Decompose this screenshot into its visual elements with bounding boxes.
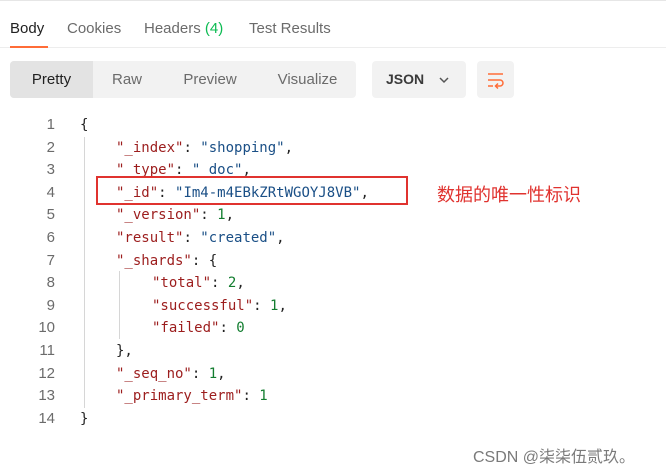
- code-line: 11},: [0, 340, 666, 362]
- code-line: 9 "successful": 1,: [0, 295, 666, 317]
- line-number: 9: [46, 296, 55, 314]
- annotation-label: 数据的唯一性标识: [437, 185, 581, 205]
- line-number: 10: [38, 319, 55, 337]
- view-visualize-button[interactable]: Visualize: [259, 61, 356, 98]
- code-token: :: [200, 207, 218, 224]
- code-token: 1: [259, 388, 268, 405]
- code-token: :: [242, 388, 260, 405]
- line-number: 13: [38, 387, 55, 405]
- line-number: 12: [38, 364, 55, 382]
- code-token: :: [219, 320, 237, 337]
- tab-test-results[interactable]: Test Results: [249, 20, 331, 37]
- tab-body[interactable]: Body: [10, 20, 44, 37]
- code-token: "created": [200, 230, 277, 246]
- format-dropdown-label: JSON: [386, 71, 425, 87]
- code-token: "_index": [116, 139, 184, 156]
- code-token: "result": [116, 230, 184, 246]
- code-token: ,: [217, 365, 226, 382]
- code-token: 1: [208, 365, 218, 382]
- code-token: ,: [236, 275, 245, 292]
- code-line: 7 "_shards": {: [0, 250, 666, 272]
- code-token: :: [191, 365, 209, 382]
- code-token: "failed": [152, 320, 220, 337]
- tab-headers[interactable]: Headers (4): [144, 20, 223, 37]
- line-number: 4: [46, 183, 55, 201]
- line-number: 11: [39, 342, 55, 359]
- code-token: ,: [284, 139, 294, 156]
- view-raw-button[interactable]: Raw: [93, 61, 161, 98]
- code-token: "_version": [116, 207, 201, 224]
- code-text: {: [80, 114, 88, 136]
- watermark: CSDN @柒柒伍贰玖。: [473, 449, 636, 466]
- view-preview-button[interactable]: Preview: [161, 61, 259, 98]
- code-token: :: [211, 275, 228, 292]
- code-line: 5 "_version": 1,: [0, 204, 666, 226]
- window-top-border: [0, 0, 666, 6]
- code-line: 6 "result": "created",: [0, 227, 666, 249]
- code-line: 13 "_primary_term": 1: [0, 385, 666, 407]
- code-text: }: [80, 408, 88, 430]
- code-text: "failed": 0: [152, 317, 245, 339]
- code-token: {: [80, 117, 89, 133]
- code-token: ,: [278, 297, 287, 314]
- code-text: "successful": 1,: [152, 295, 287, 317]
- code-token: "_primary_term": [116, 388, 243, 405]
- code-token: : {: [191, 252, 218, 269]
- code-text: "_index": "shopping",: [116, 137, 293, 159]
- code-token: "shopping": [200, 139, 285, 156]
- code-text: "_version": 1,: [116, 204, 234, 226]
- line-number: 7: [46, 251, 55, 269]
- chevron-down-icon: [439, 77, 449, 84]
- code-token: ,: [276, 230, 285, 246]
- response-tabs: Body Cookies Headers (4) Test Results: [0, 14, 666, 48]
- line-number: 5: [46, 206, 55, 224]
- code-text: "total": 2,: [152, 272, 245, 294]
- code-token: 0: [236, 320, 245, 337]
- code-line: 8 "total": 2,: [0, 272, 666, 294]
- code-line: 2 "_index": "shopping",: [0, 137, 666, 159]
- code-text: "_shards": {: [116, 250, 217, 272]
- active-tab-indicator: [10, 46, 48, 48]
- code-token: ,: [225, 207, 235, 224]
- view-pretty-button[interactable]: Pretty: [10, 61, 93, 98]
- code-text: "result": "created",: [116, 227, 285, 249]
- code-text: "_primary_term": 1: [116, 385, 268, 407]
- code-token: }: [80, 410, 89, 427]
- code-line: 12 "_seq_no": 1,: [0, 363, 666, 385]
- line-number: 3: [46, 161, 55, 179]
- id-highlight-box: [96, 176, 408, 205]
- code-token: },: [116, 343, 133, 359]
- code-token: "total": [152, 275, 212, 292]
- code-token: "_seq_no": [116, 365, 192, 382]
- code-token: :: [183, 139, 201, 156]
- format-dropdown[interactable]: JSON: [372, 61, 466, 98]
- code-line: 14}: [0, 408, 666, 430]
- wrap-lines-button[interactable]: [477, 61, 514, 98]
- code-token: "_shards": [116, 252, 192, 269]
- line-number: 14: [38, 409, 55, 427]
- code-token: "successful": [152, 297, 254, 314]
- tab-headers-label: Headers: [144, 20, 201, 37]
- view-mode-selector: Pretty Raw Preview Visualize: [10, 61, 356, 98]
- code-text: "_seq_no": 1,: [116, 363, 226, 385]
- code-token: :: [183, 230, 201, 246]
- code-token: :: [253, 297, 271, 314]
- line-number: 2: [46, 138, 55, 156]
- tab-cookies[interactable]: Cookies: [67, 20, 121, 37]
- code-token: 1: [217, 207, 226, 224]
- code-text: },: [116, 340, 133, 362]
- code-line: 10 "failed": 0: [0, 317, 666, 339]
- headers-count-badge: (4): [204, 20, 224, 37]
- line-number: 8: [46, 274, 55, 292]
- line-number: 6: [46, 229, 55, 246]
- line-number: 1: [46, 116, 55, 133]
- wrap-lines-icon: [488, 73, 504, 90]
- code-line: 1{: [0, 114, 666, 136]
